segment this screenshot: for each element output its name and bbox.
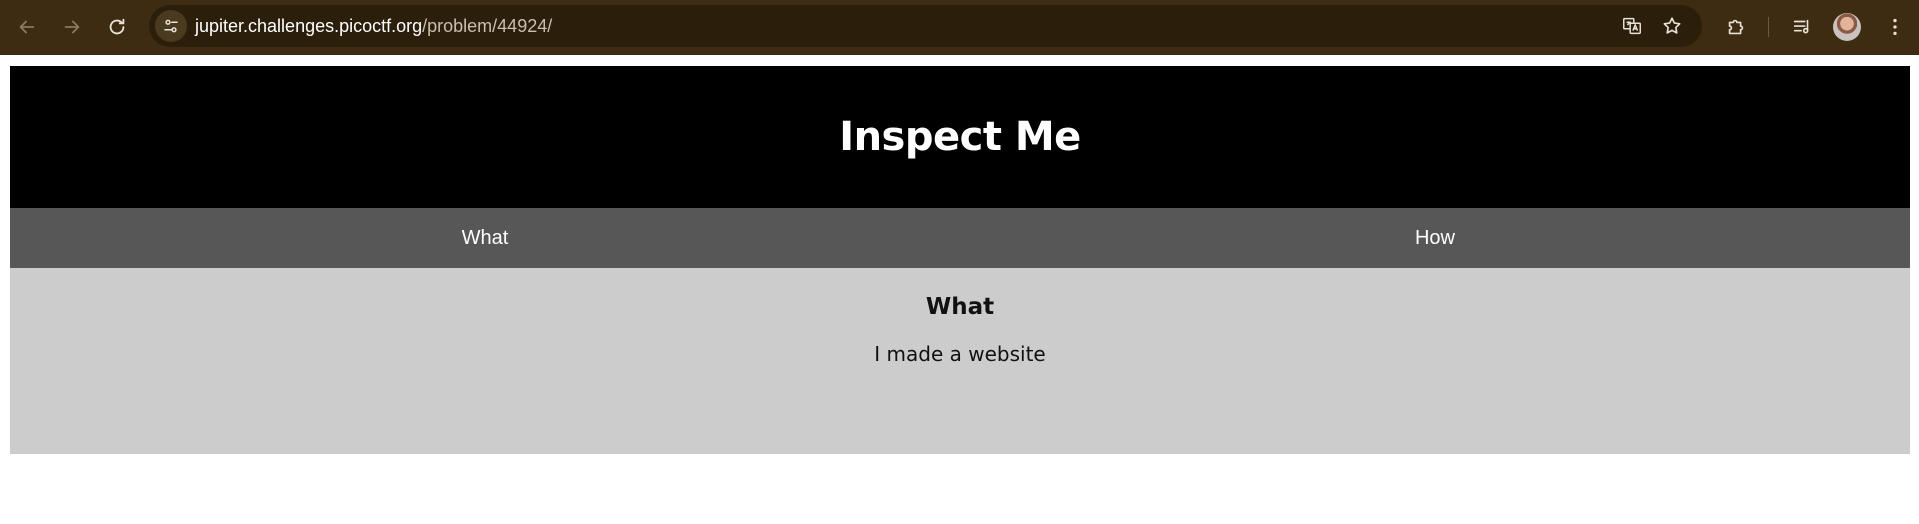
url-host: jupiter.challenges.picoctf.org (195, 16, 423, 36)
page-container: Inspect Me What How What I made a websit… (10, 66, 1910, 454)
tune-icon (164, 19, 178, 33)
tab-bar: What How (10, 208, 1910, 268)
reload-icon (109, 18, 125, 35)
forward-button[interactable] (55, 10, 89, 44)
playlist-icon (1793, 19, 1809, 34)
section-heading: What (925, 294, 995, 320)
tab-what[interactable]: What (10, 208, 960, 268)
site-info-button[interactable] (155, 10, 187, 42)
arrow-left-icon (19, 20, 35, 34)
url-text[interactable]: jupiter.challenges.picoctf.org/problem/4… (195, 5, 552, 47)
more-vert-icon (1893, 18, 1897, 36)
profile-avatar[interactable] (1833, 13, 1861, 41)
arrow-right-icon (64, 20, 80, 34)
page-title: Inspect Me (839, 114, 1081, 160)
page-header: Inspect Me (10, 66, 1910, 208)
puzzle-icon (1728, 19, 1744, 35)
translate-button[interactable] (1617, 11, 1647, 41)
star-icon (1663, 17, 1681, 34)
toolbar-divider (1768, 17, 1769, 37)
browser-toolbar: jupiter.challenges.picoctf.org/problem/4… (0, 0, 1919, 55)
bookmark-button[interactable] (1657, 11, 1687, 41)
media-control-button[interactable] (1785, 10, 1819, 44)
section-text: I made a website (874, 342, 1046, 366)
tab-content: What I made a website (10, 268, 1910, 454)
address-bar[interactable]: jupiter.challenges.picoctf.org/problem/4… (149, 5, 1702, 47)
url-path: /problem/44924/ (422, 16, 553, 36)
back-button[interactable] (10, 10, 44, 44)
extensions-button[interactable] (1719, 10, 1753, 44)
reload-button[interactable] (100, 10, 134, 44)
translate-icon (1623, 17, 1641, 35)
tab-how[interactable]: How (960, 208, 1910, 268)
menu-button[interactable] (1878, 10, 1912, 44)
